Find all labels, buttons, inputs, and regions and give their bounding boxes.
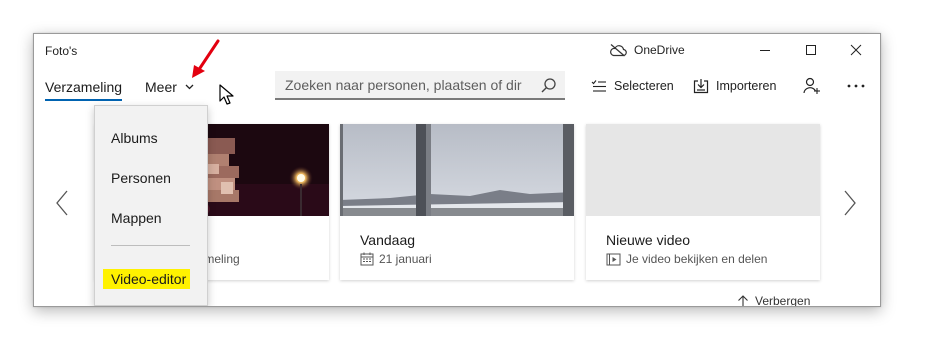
checklist-icon [591, 80, 606, 92]
select-button[interactable]: Selecteren [591, 76, 674, 96]
scroll-right-button[interactable] [842, 188, 858, 218]
album-card[interactable]: Vandaag 21 januari [340, 124, 574, 280]
new-video-card[interactable]: Nieuwe video Je video bekijken en delen [586, 124, 820, 280]
annotation-arrow-icon [192, 39, 220, 78]
more-dots-icon [847, 84, 865, 88]
chevron-left-icon [56, 190, 68, 216]
select-label: Selecteren [614, 79, 674, 93]
hide-button[interactable]: Verbergen [737, 294, 811, 307]
chevron-down-icon [185, 84, 194, 90]
onedrive-label: OneDrive [634, 43, 685, 57]
album-title: Vandaag [360, 232, 416, 248]
minimize-icon [760, 50, 770, 51]
import-icon [693, 79, 709, 94]
import-label: Importeren [716, 79, 777, 93]
scroll-left-button[interactable] [54, 188, 70, 218]
add-person-button[interactable] [803, 76, 821, 96]
calendar-icon [360, 252, 374, 266]
onedrive-button[interactable]: OneDrive [609, 41, 685, 59]
new-video-subtitle-label: Je video bekijken en delen [626, 252, 768, 266]
video-thumbnail-placeholder [586, 124, 820, 216]
search-box[interactable] [275, 71, 565, 100]
search-button[interactable] [537, 75, 559, 95]
video-icon [606, 253, 621, 265]
tab-meer-label: Meer [145, 79, 177, 95]
album-date: 21 januari [360, 252, 432, 266]
cloud-offline-icon [610, 44, 627, 57]
album-thumbnail [340, 124, 574, 216]
search-icon [541, 77, 556, 92]
import-button[interactable]: Importeren [693, 76, 776, 96]
more-options-button[interactable] [846, 76, 866, 96]
new-video-subtitle: Je video bekijken en delen [606, 252, 767, 266]
hide-label: Verbergen [755, 294, 811, 307]
tab-verzameling[interactable]: Verzameling [45, 79, 123, 101]
menu-item-mappen[interactable]: Mappen [111, 210, 162, 226]
arrow-up-icon [738, 295, 748, 306]
close-icon [850, 44, 862, 56]
maximize-icon [806, 45, 816, 55]
add-person-icon [803, 77, 820, 94]
minimize-button[interactable] [750, 38, 780, 62]
menu-item-video-editor[interactable]: Video-editor [103, 269, 191, 289]
mouse-cursor-icon [219, 84, 234, 105]
album-date-label: 21 januari [379, 252, 432, 266]
search-input[interactable] [275, 71, 531, 98]
menu-item-albums[interactable]: Albums [111, 130, 158, 146]
new-video-title: Nieuwe video [606, 232, 691, 248]
window-title: Foto's [45, 44, 78, 58]
menu-item-personen[interactable]: Personen [111, 170, 171, 186]
menu-divider [111, 245, 190, 246]
photos-app-window: Foto's OneDrive Verzameling Meer Zoeken … [33, 33, 881, 307]
chevron-right-icon [844, 190, 856, 216]
close-button[interactable] [841, 38, 871, 62]
maximize-button[interactable] [796, 38, 826, 62]
tab-meer[interactable]: Meer [145, 79, 194, 95]
more-dropdown-menu: Albums Personen Mappen Video-editor [94, 105, 208, 306]
